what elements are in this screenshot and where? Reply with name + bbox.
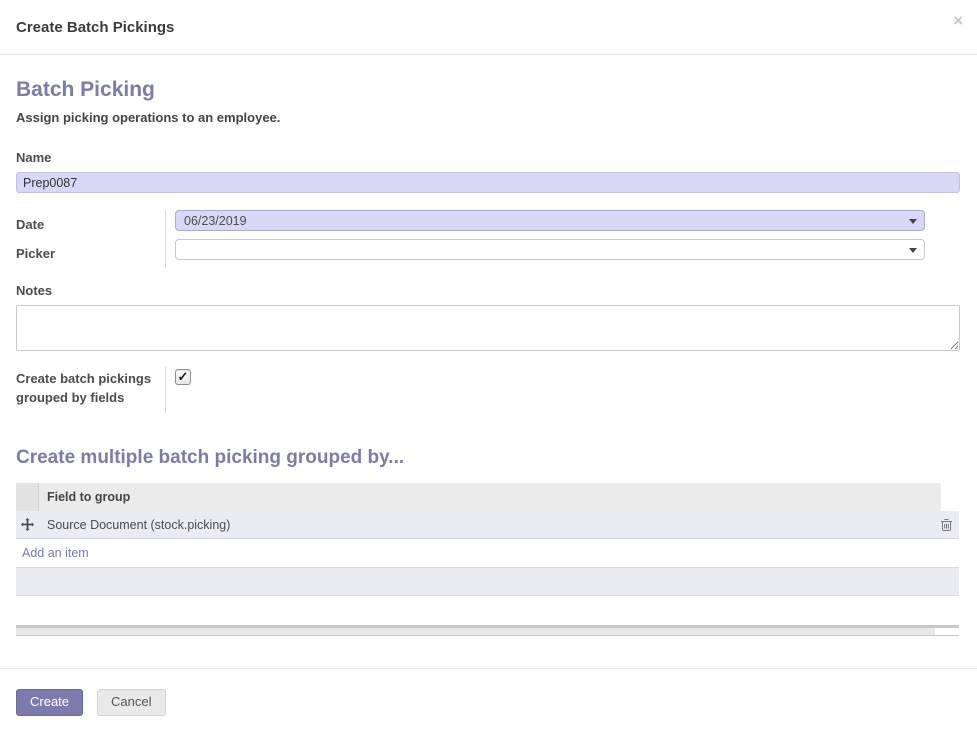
chevron-down-icon <box>909 248 917 254</box>
delete-row-button[interactable] <box>933 518 959 532</box>
empty-row <box>16 568 959 597</box>
group-checkbox-label: Create batch pickings grouped by fields <box>16 371 152 406</box>
name-label: Name <box>16 150 52 166</box>
move-icon <box>21 518 34 532</box>
group-by-section-heading: Create multiple batch picking grouped by… <box>16 447 405 469</box>
table-row[interactable]: Source Document (stock.picking) <box>16 511 959 540</box>
date-value: 06/23/2019 <box>184 213 247 228</box>
modal-body: Batch Picking Assign picking operations … <box>0 55 977 668</box>
picker-label: Picker <box>16 246 56 262</box>
date-label: Date <box>16 217 45 233</box>
picker-select[interactable] <box>175 239 925 261</box>
notes-field-block: Notes <box>16 282 960 352</box>
drag-handle[interactable] <box>16 518 39 532</box>
field-to-group-header: Field to group <box>39 483 941 512</box>
date-select[interactable]: 06/23/2019 <box>175 210 925 232</box>
cancel-button[interactable]: Cancel <box>97 689 166 716</box>
field-to-group-value: Source Document (stock.picking) <box>47 517 231 532</box>
table-header-row: Field to group <box>16 483 959 512</box>
trash-icon <box>940 518 952 531</box>
group-fields-table: Field to group Source Document (stock.pi… <box>16 483 959 637</box>
handle-column-header <box>16 483 39 512</box>
add-item-link[interactable]: Add an item <box>22 546 89 560</box>
name-field-block: Name <box>16 149 960 194</box>
date-picker-labels: Date Picker <box>16 210 165 268</box>
notes-label: Notes <box>16 283 53 299</box>
group-checkbox[interactable]: ✓ <box>175 368 191 386</box>
notes-textarea[interactable] <box>16 305 960 352</box>
add-item-row: Add an item <box>16 539 959 569</box>
close-icon[interactable]: × <box>953 12 963 29</box>
modal-footer: Create Cancel <box>0 668 977 731</box>
date-picker-group: Date Picker 06/23/2019 <box>16 210 960 269</box>
create-button[interactable]: Create <box>16 689 84 716</box>
checkmark-icon: ✓ <box>177 368 189 384</box>
table-footer-strip <box>16 625 959 637</box>
modal-title: Create Batch Pickings <box>16 18 175 36</box>
name-input[interactable] <box>16 172 960 194</box>
date-picker-fields: 06/23/2019 <box>165 210 925 269</box>
modal-header: Create Batch Pickings × <box>0 0 977 55</box>
trash-column-header <box>941 483 959 512</box>
form-heading: Batch Picking <box>16 78 155 101</box>
group-checkbox-block: Create batch pickings grouped by fields … <box>16 367 960 414</box>
form-subheading: Assign picking operations to an employee… <box>16 110 281 126</box>
create-batch-pickings-modal: Create Batch Pickings × Batch Picking As… <box>0 0 977 731</box>
chevron-down-icon <box>909 219 917 225</box>
